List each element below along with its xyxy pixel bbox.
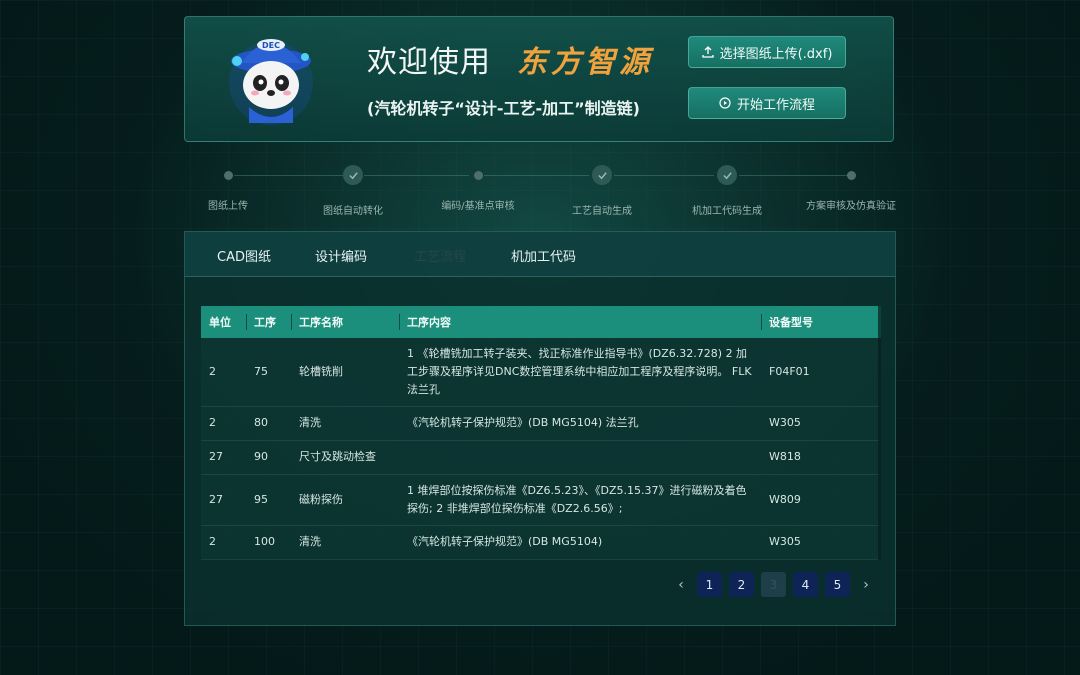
play-circle-icon (719, 97, 731, 109)
step-label: 图纸上传 (208, 201, 248, 212)
tab-bar: CAD图纸 设计编码 工艺流程 机加工代码 (185, 232, 895, 277)
column-header[interactable]: 工序内容 (399, 306, 761, 338)
upload-icon (701, 46, 714, 58)
table-cell: 《汽轮机转子保护规范》(DB MG5104) (399, 525, 761, 560)
table-cell: W305 (761, 525, 881, 560)
table-cell: 清洗 (291, 525, 399, 560)
table-cell: 磁粉探伤 (291, 474, 399, 526)
prev-page-icon[interactable]: ‹ (672, 577, 690, 593)
column-header[interactable]: 工序 (246, 306, 291, 338)
tab-process-flow[interactable]: 工艺流程 (414, 246, 466, 265)
column-header[interactable]: 设备型号 (761, 306, 881, 338)
process-table: 单位 工序 工序名称 工序内容 设备型号 2 75 轮槽铣削 1 《轮槽铣加工转… (201, 306, 881, 560)
column-header[interactable]: 单位 (201, 306, 246, 338)
upload-button-label: 选择图纸上传(.dxf) (719, 46, 833, 62)
table-row[interactable]: 27 95 磁粉探伤 1 堆焊部位按探伤标准《DZ6.5.23》、《DZ5.15… (201, 474, 881, 526)
start-workflow-button[interactable]: 开始工作流程 (688, 87, 846, 119)
table-cell: 《汽轮机转子保护规范》(DB MG5104) 法兰孔 (399, 406, 761, 441)
tab-design-code[interactable]: 设计编码 (315, 246, 367, 265)
check-icon (592, 165, 612, 185)
page-button-current[interactable]: 3 (761, 572, 786, 597)
step-label: 工艺自动生成 (572, 206, 632, 217)
page-button[interactable]: 2 (729, 572, 754, 597)
horizontal-scroll-edge (878, 306, 881, 560)
table-cell: 75 (246, 338, 291, 407)
page-button[interactable]: 4 (793, 572, 818, 597)
brand-name: 东方智源 (517, 45, 653, 80)
panda-mascot-image: DEC (229, 39, 313, 125)
table-cell: 100 (246, 525, 291, 560)
mascot-badge: DEC (262, 41, 280, 50)
step-review-simulation[interactable]: 方案审核及仿真验证 (791, 160, 911, 212)
welcome-text: 欢迎使用 (367, 45, 491, 80)
workflow-steps: 图纸上传 图纸自动转化 编码/基准点审核 工艺自动生成 机加工代码生成 方案审核… (184, 160, 896, 220)
upload-drawing-button[interactable]: 选择图纸上传(.dxf) (688, 36, 846, 68)
welcome-header: DEC 欢迎使用 东方智源 (汽轮机转子“设计-工艺-加工”制造链) 选择图纸上… (184, 16, 894, 142)
next-page-icon[interactable]: › (857, 577, 875, 593)
step-label: 编码/基准点审核 (441, 201, 515, 212)
table-cell: 90 (246, 440, 291, 475)
table-row[interactable]: 2 100 清洗 《汽轮机转子保护规范》(DB MG5104) W305 (201, 525, 881, 560)
page-button[interactable]: 5 (825, 572, 850, 597)
content-panel: CAD图纸 设计编码 工艺流程 机加工代码 单位 工序 工序名称 工序内容 设备… (184, 231, 896, 626)
step-pending-dot (473, 171, 483, 180)
table-cell: 80 (246, 406, 291, 441)
tab-cad-drawing[interactable]: CAD图纸 (217, 246, 271, 265)
page-button[interactable]: 1 (697, 572, 722, 597)
table-cell: 95 (246, 474, 291, 526)
table-cell: W818 (761, 440, 881, 475)
table-row[interactable]: 2 80 清洗 《汽轮机转子保护规范》(DB MG5104) 法兰孔 W305 (201, 406, 881, 441)
step-label: 图纸自动转化 (323, 206, 383, 217)
table-cell: 27 (201, 440, 246, 475)
table-row[interactable]: 2 75 轮槽铣削 1 《轮槽铣加工转子装夹、找正标准作业指导书》(DZ6.32… (201, 338, 881, 407)
table-cell: 27 (201, 474, 246, 526)
table-cell: 2 (201, 406, 246, 441)
table-row[interactable]: 27 90 尺寸及跳动检查 W818 (201, 440, 881, 475)
step-upload[interactable]: 图纸上传 (168, 160, 288, 212)
table-cell: 尺寸及跳动检查 (291, 440, 399, 475)
step-label: 机加工代码生成 (692, 206, 762, 217)
table-cell: 2 (201, 525, 246, 560)
step-pending-dot (223, 171, 233, 180)
check-icon (717, 165, 737, 185)
process-table-container[interactable]: 单位 工序 工序名称 工序内容 设备型号 2 75 轮槽铣削 1 《轮槽铣加工转… (201, 306, 881, 560)
step-auto-convert[interactable]: 图纸自动转化 (293, 160, 413, 217)
table-cell: F04F01 (761, 338, 881, 407)
step-process-generate[interactable]: 工艺自动生成 (542, 160, 662, 217)
column-header[interactable]: 工序名称 (291, 306, 399, 338)
step-label: 方案审核及仿真验证 (806, 201, 896, 212)
app-subtitle: (汽轮机转子“设计-工艺-加工”制造链) (367, 99, 640, 118)
check-icon (343, 165, 363, 185)
table-cell: 1 堆焊部位按探伤标准《DZ6.5.23》、《DZ5.15.37》进行磁粉及着色… (399, 474, 761, 526)
table-header-row: 单位 工序 工序名称 工序内容 设备型号 (201, 306, 881, 338)
table-cell (399, 440, 761, 475)
table-cell: W809 (761, 474, 881, 526)
step-pending-dot (846, 171, 856, 180)
table-cell: W305 (761, 406, 881, 441)
step-machining-code[interactable]: 机加工代码生成 (667, 160, 787, 217)
table-cell: 轮槽铣削 (291, 338, 399, 407)
table-cell: 清洗 (291, 406, 399, 441)
start-button-label: 开始工作流程 (736, 97, 815, 113)
step-code-review[interactable]: 编码/基准点审核 (418, 160, 538, 212)
table-cell: 2 (201, 338, 246, 407)
tab-machining-code[interactable]: 机加工代码 (511, 246, 576, 265)
table-cell: 1 《轮槽铣加工转子装夹、找正标准作业指导书》(DZ6.32.728) 2 加工… (399, 338, 761, 407)
pagination: ‹ 1 2 3 4 5 › (672, 572, 875, 597)
